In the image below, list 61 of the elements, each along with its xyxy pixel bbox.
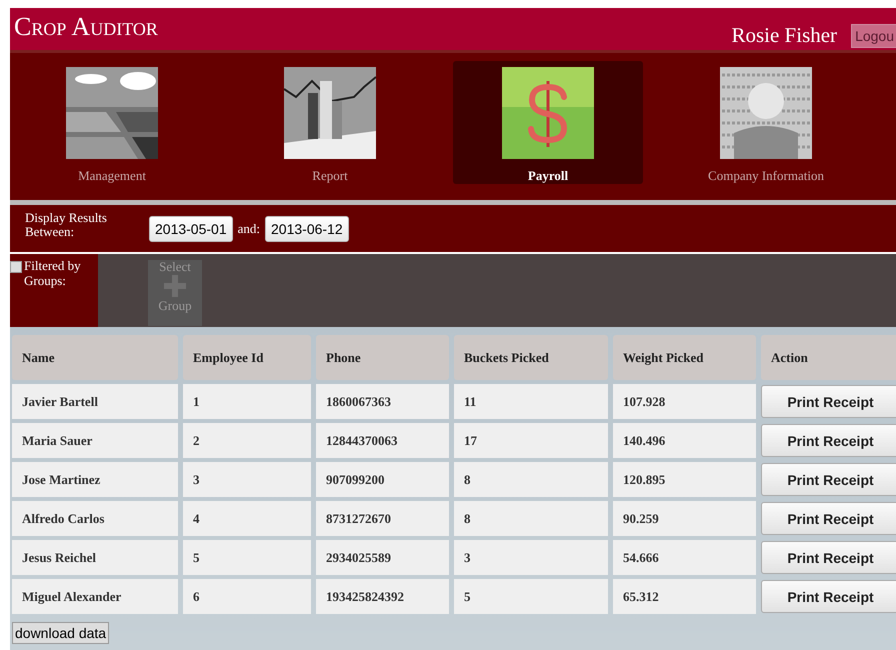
nav-tile[interactable]: Management	[17, 61, 207, 184]
dollar-icon	[502, 67, 594, 159]
logout-button[interactable]: Logou	[851, 24, 896, 48]
table-cell: 11	[454, 384, 608, 419]
table-cell: 2	[183, 423, 311, 458]
column-header: Weight Picked	[613, 335, 756, 380]
table-cell: 1860067363	[316, 384, 449, 419]
print-receipt-button[interactable]: Print Receipt	[761, 580, 896, 613]
column-header: Name	[12, 335, 178, 380]
print-receipt-button[interactable]: Print Receipt	[761, 541, 896, 574]
table-cell: 107.928	[613, 384, 756, 419]
plus-icon	[164, 275, 186, 297]
group-filter-label: Filtered by Groups:	[24, 258, 82, 288]
table-cell: 3	[454, 540, 608, 575]
print-receipt-button[interactable]: Print Receipt	[761, 424, 896, 457]
table-cell: Jesus Reichel	[12, 540, 178, 575]
print-receipt-button[interactable]: Print Receipt	[761, 502, 896, 535]
table-cell: 90.259	[613, 501, 756, 536]
column-header: Phone	[316, 335, 449, 380]
table-cell: Javier Bartell	[12, 384, 178, 419]
end-date-field[interactable]: 2013-06-12	[265, 216, 349, 242]
table-cell: Jose Martinez	[12, 462, 178, 497]
table-cell: Maria Sauer	[12, 423, 178, 458]
table-cell: 12844370063	[316, 423, 449, 458]
column-header: Employee Id	[183, 335, 311, 380]
person-icon	[720, 67, 812, 159]
table-cell: 2934025589	[316, 540, 449, 575]
column-header: Buckets Picked	[454, 335, 608, 380]
nav-tile[interactable]: Payroll	[453, 61, 643, 184]
table-cell: 17	[454, 423, 608, 458]
user-name: Rosie Fisher	[731, 23, 838, 48]
date-range-label: Display Results Between:	[25, 210, 108, 238]
table-cell: 8731272670	[316, 501, 449, 536]
table-cell: Alfredo Carlos	[12, 501, 178, 536]
fields-icon	[66, 67, 158, 159]
table-cell: 3	[183, 462, 311, 497]
table-cell: 4	[183, 501, 311, 536]
table-cell: 120.895	[613, 462, 756, 497]
bar-chart-icon	[284, 67, 376, 159]
print-receipt-button[interactable]: Print Receipt	[761, 463, 896, 496]
app-title: Crop Auditor	[13, 11, 159, 42]
print-receipt-button[interactable]: Print Receipt	[761, 385, 896, 418]
column-header: Action	[761, 335, 896, 380]
table-cell: 5	[183, 540, 311, 575]
nav-tile[interactable]: Report	[235, 61, 425, 184]
table-cell: 8	[454, 462, 608, 497]
group-filter-checkbox[interactable]	[10, 261, 22, 273]
download-data-button[interactable]: download data	[12, 622, 110, 644]
table-cell: 140.496	[613, 423, 756, 458]
table-cell: 193425824392	[316, 579, 449, 614]
table-cell: 54.666	[613, 540, 756, 575]
table-cell: 907099200	[316, 462, 449, 497]
and-label: and:	[238, 220, 260, 236]
table-cell: 8	[454, 501, 608, 536]
table-cell: 5	[454, 579, 608, 614]
start-date-field[interactable]: 2013-05-01	[149, 216, 233, 242]
table-cell: 6	[183, 579, 311, 614]
table-cell: Miguel Alexander	[12, 579, 178, 614]
table-cell: 65.312	[613, 579, 756, 614]
table-cell: 1	[183, 384, 311, 419]
nav-tile[interactable]: Company Information	[671, 61, 861, 184]
